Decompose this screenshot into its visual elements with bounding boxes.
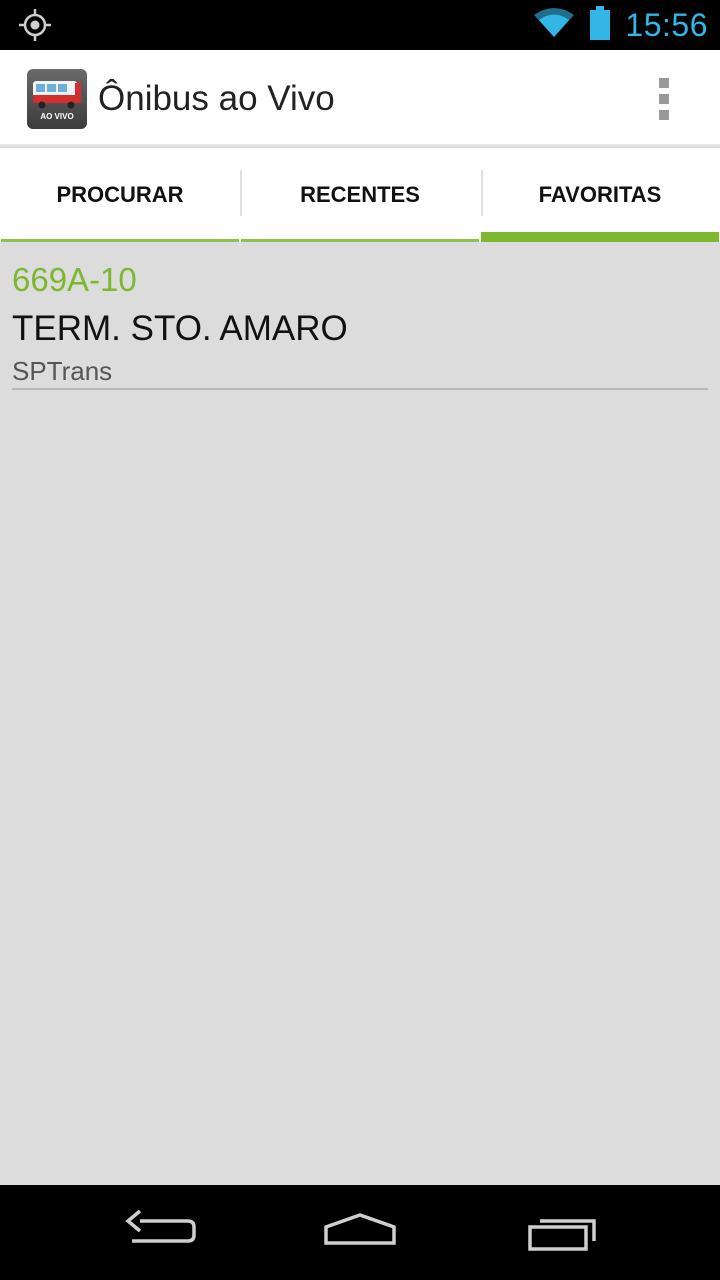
- status-icons: 15:56: [533, 0, 708, 50]
- status-time: 15:56: [625, 6, 708, 43]
- app-logo-icon[interactable]: AO VIVO: [27, 69, 87, 129]
- battery-icon: [589, 5, 611, 45]
- tab-divider: [240, 170, 242, 216]
- tab-favoritas[interactable]: FAVORITAS: [481, 148, 719, 242]
- status-bar: 15:56: [0, 0, 720, 50]
- home-button[interactable]: [320, 1207, 400, 1257]
- tab-procurar[interactable]: PROCURAR: [1, 148, 239, 242]
- route-operator: SPTrans: [12, 356, 113, 386]
- overflow-menu-button[interactable]: [652, 78, 676, 120]
- tab-recentes[interactable]: RECENTES: [241, 148, 479, 242]
- tab-label: RECENTES: [300, 182, 420, 207]
- tab-label: FAVORITAS: [538, 182, 662, 207]
- overflow-dot: [659, 94, 669, 104]
- back-button[interactable]: [120, 1207, 200, 1257]
- location-icon: [18, 8, 52, 42]
- tab-label: PROCURAR: [56, 182, 184, 207]
- action-bar: AO VIVO Ônibus ao Vivo: [0, 50, 720, 146]
- svg-text:AO VIVO: AO VIVO: [40, 112, 73, 121]
- tab-divider: [481, 170, 483, 216]
- wifi-icon: [533, 7, 575, 44]
- app-title: Ônibus ao Vivo: [98, 79, 335, 118]
- tab-bar: PROCURAR RECENTES FAVORITAS: [0, 148, 720, 242]
- list-item[interactable]: 669A-10 TERM. STO. AMARO SPTrans: [12, 258, 708, 390]
- route-code: 669A-10: [12, 261, 137, 298]
- tab-selected-indicator: [481, 232, 719, 242]
- back-icon: [125, 1209, 196, 1243]
- home-icon: [324, 1213, 396, 1245]
- recent-apps-button[interactable]: [522, 1207, 602, 1257]
- recent-apps-icon: [528, 1219, 596, 1251]
- overflow-dot: [659, 110, 669, 120]
- favorites-list: 669A-10 TERM. STO. AMARO SPTrans: [0, 242, 720, 1185]
- overflow-dot: [659, 78, 669, 88]
- navigation-bar: [0, 1185, 720, 1280]
- route-name: TERM. STO. AMARO: [12, 309, 348, 348]
